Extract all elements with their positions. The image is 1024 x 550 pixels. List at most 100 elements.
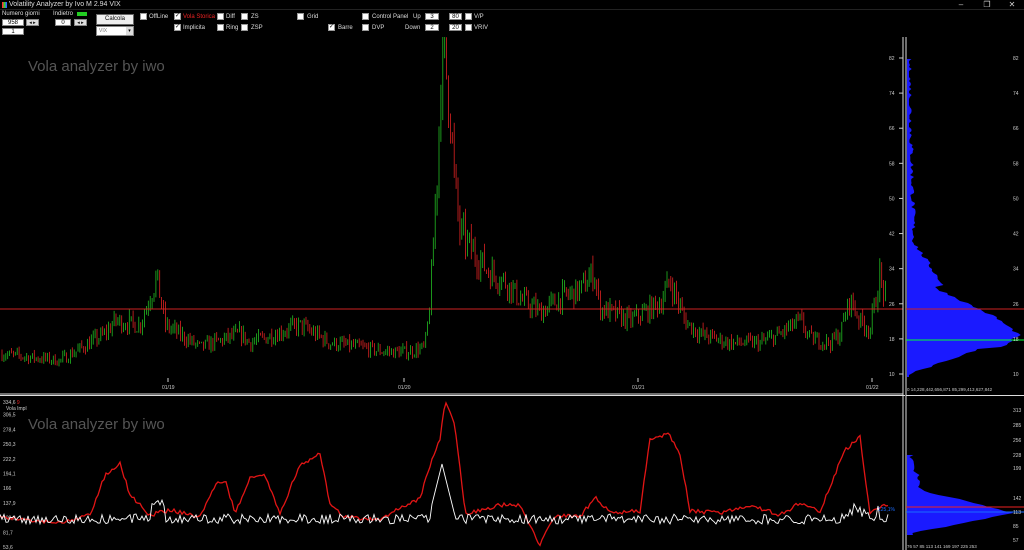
histogram-bottom-y-tick-label: 113 [1013,510,1021,516]
y-tick-label: 82 [889,56,895,62]
indietro-field[interactable]: 0 [55,19,71,26]
grid-label: Grid [307,14,319,20]
status-led [77,12,87,16]
vp-label: V/P [474,14,484,20]
chart-watermark: Vola analyzer by iwo [28,58,165,75]
histogram-x-ticks: 0 14,228,442,656,871 85,299,413,627,842 [907,387,993,392]
histogram-y-tick-label: 58 [1013,161,1019,167]
histogram-y-tick-label: 66 [1013,126,1019,132]
histogram-bottom-x-ticks: 76 57 85 113 141 169 197 225 253 [907,544,977,549]
vp-checkbox[interactable] [465,13,472,20]
volatility-chart[interactable]: Vola analyzer by iwo 334,6 9 Vola Impl 3… [0,395,905,550]
candles-group [1,37,886,367]
down-field[interactable]: 2 [425,24,439,31]
x-tick-label: 01/21 [632,385,645,391]
bottom-y-tick-label: 81,7 [3,530,13,536]
down-field-2[interactable]: 20 [449,24,462,31]
numero-giorni-spinner[interactable]: ◂ ▸ [26,19,39,26]
histogram-y-tick-label: 82 [1013,56,1019,62]
implicita-checkbox[interactable]: ✓ [174,24,181,31]
y-tick-label: 74 [889,91,895,97]
y-tick-label: 50 [889,196,895,202]
x-tick-label: 01/22 [866,385,879,391]
histogram-bottom-y-tick-label: 142 [1013,496,1022,502]
up-field-2[interactable]: 80 [449,13,462,20]
legend-vola-impl: Vola Impl [6,406,27,412]
x-tick-label: 01/19 [162,385,175,391]
y-tick-label: 58 [889,161,895,167]
vola-storica-checkbox[interactable]: ✓ [174,13,181,20]
y-axis: 82 74 66 58 50 42 34 26 18 10 [889,56,903,378]
second-value-field[interactable]: 1 [2,28,24,35]
implicita-label: Implicita [183,25,206,31]
distribution-histogram[interactable]: 82 74 66 58 50 42 34 26 18 10 0 14,228,442,656,87… [905,37,1024,395]
diff-checkbox[interactable] [217,13,224,20]
offline-checkbox[interactable] [140,13,147,20]
numero-giorni-field[interactable]: 958 [2,19,24,26]
bottom-y-tick-label: 250,3 [3,442,16,448]
ring-label: Ring [226,25,239,31]
grid-checkbox[interactable] [297,13,304,20]
up-label: Up [413,14,421,20]
y-tick-label: 34 [889,267,895,273]
vriv-label: VRIV [474,25,489,31]
histogram-bottom-y-tick-label: 57 [1013,538,1019,544]
histogram-y-tick-label: 42 [1013,232,1019,238]
y-tick-label: 18 [889,337,895,343]
histogram-bottom-y-tick-label: 85 [1013,524,1019,530]
price-chart[interactable]: Vola analyzer by iwo 82 74 66 58 50 42 34 26 18 1… [0,37,905,395]
control-panel-label: Control Panel [372,14,409,20]
ring-checkbox[interactable] [217,24,224,31]
indietro-spinner[interactable]: ◂ ▸ [74,19,87,26]
x-axis: 01/19 01/20 01/21 01/22 [162,378,879,391]
barre-checkbox[interactable]: ✓ [328,24,335,31]
bottom-y-tick-label: 53,6 [3,545,13,550]
zsp-label: ZSP [251,25,263,31]
bottom-y-tick-label: 278,4 [3,427,16,433]
indietro-label: Indietro [53,11,74,17]
histogram-y-tick-label: 18 [1013,337,1019,343]
ticker-select[interactable]: VIX ▾ [96,26,134,36]
app-icon [2,2,7,8]
current-value-label: 125,1% [878,507,896,513]
y-tick-label: 66 [889,126,895,132]
chart-watermark-bottom: Vola analyzer by iwo [28,416,165,433]
bottom-y-tick-label: 222,2 [3,457,16,463]
control-panel: Numero giorni 958 ◂ ▸ 1 Indietro 0 ◂ ▸ C… [0,10,1024,37]
y-tick-label: 26 [889,302,895,308]
histogram-y-tick-label: 26 [1013,302,1019,308]
histogram-y-tick-label: 50 [1013,196,1019,202]
zs-label: ZS [251,14,259,20]
histogram-bottom-y-tick-label: 199 [1013,466,1022,472]
chevron-down-icon: ▾ [126,27,133,35]
histogram-bottom-y-tick-label: 256 [1013,438,1022,444]
zsp-checkbox[interactable] [241,24,248,31]
close-button[interactable]: ✕ [1001,0,1023,10]
dvp-checkbox[interactable] [362,24,369,31]
histogram-y-tick-label: 10 [1013,372,1019,378]
maximize-button[interactable]: ❐ [976,0,998,10]
diff-label: Diff [226,14,235,20]
control-panel-checkbox[interactable] [362,13,369,20]
bottom-y-tick-label: 194,1 [3,472,16,478]
vriv-checkbox[interactable] [465,24,472,31]
y-tick-label: 10 [889,372,895,378]
histogram-y-tick-label: 74 [1013,91,1019,97]
y-tick-label: 42 [889,232,895,238]
minimize-button[interactable]: – [950,0,972,10]
down-label: Down [405,25,421,31]
barre-label: Barre [338,25,353,31]
calcola-button[interactable]: Calcola [96,14,134,25]
dvp-label: DVP [372,25,385,31]
title-bar: Volatility Analyzer by Ivo M 2.94 VIX – … [0,0,1024,10]
histogram-bottom-y-tick-label: 313 [1013,408,1022,414]
bottom-y-tick-label: 166 [3,486,12,492]
volatility-histogram[interactable]: 313 285 256 228 199 142 113 85 57 76 57 85 113 1… [905,395,1024,550]
ticker-select-value: VIX [99,28,108,34]
up-field[interactable]: 3 [425,13,439,20]
histogram-bottom-y-tick-label: 285 [1013,423,1022,429]
zs-checkbox[interactable] [241,13,248,20]
histogram-bottom-y-tick-label: 228 [1013,453,1022,459]
window-title: Volatility Analyzer by Ivo M 2.94 VIX [9,1,121,8]
numero-giorni-label: Numero giorni [2,11,40,17]
